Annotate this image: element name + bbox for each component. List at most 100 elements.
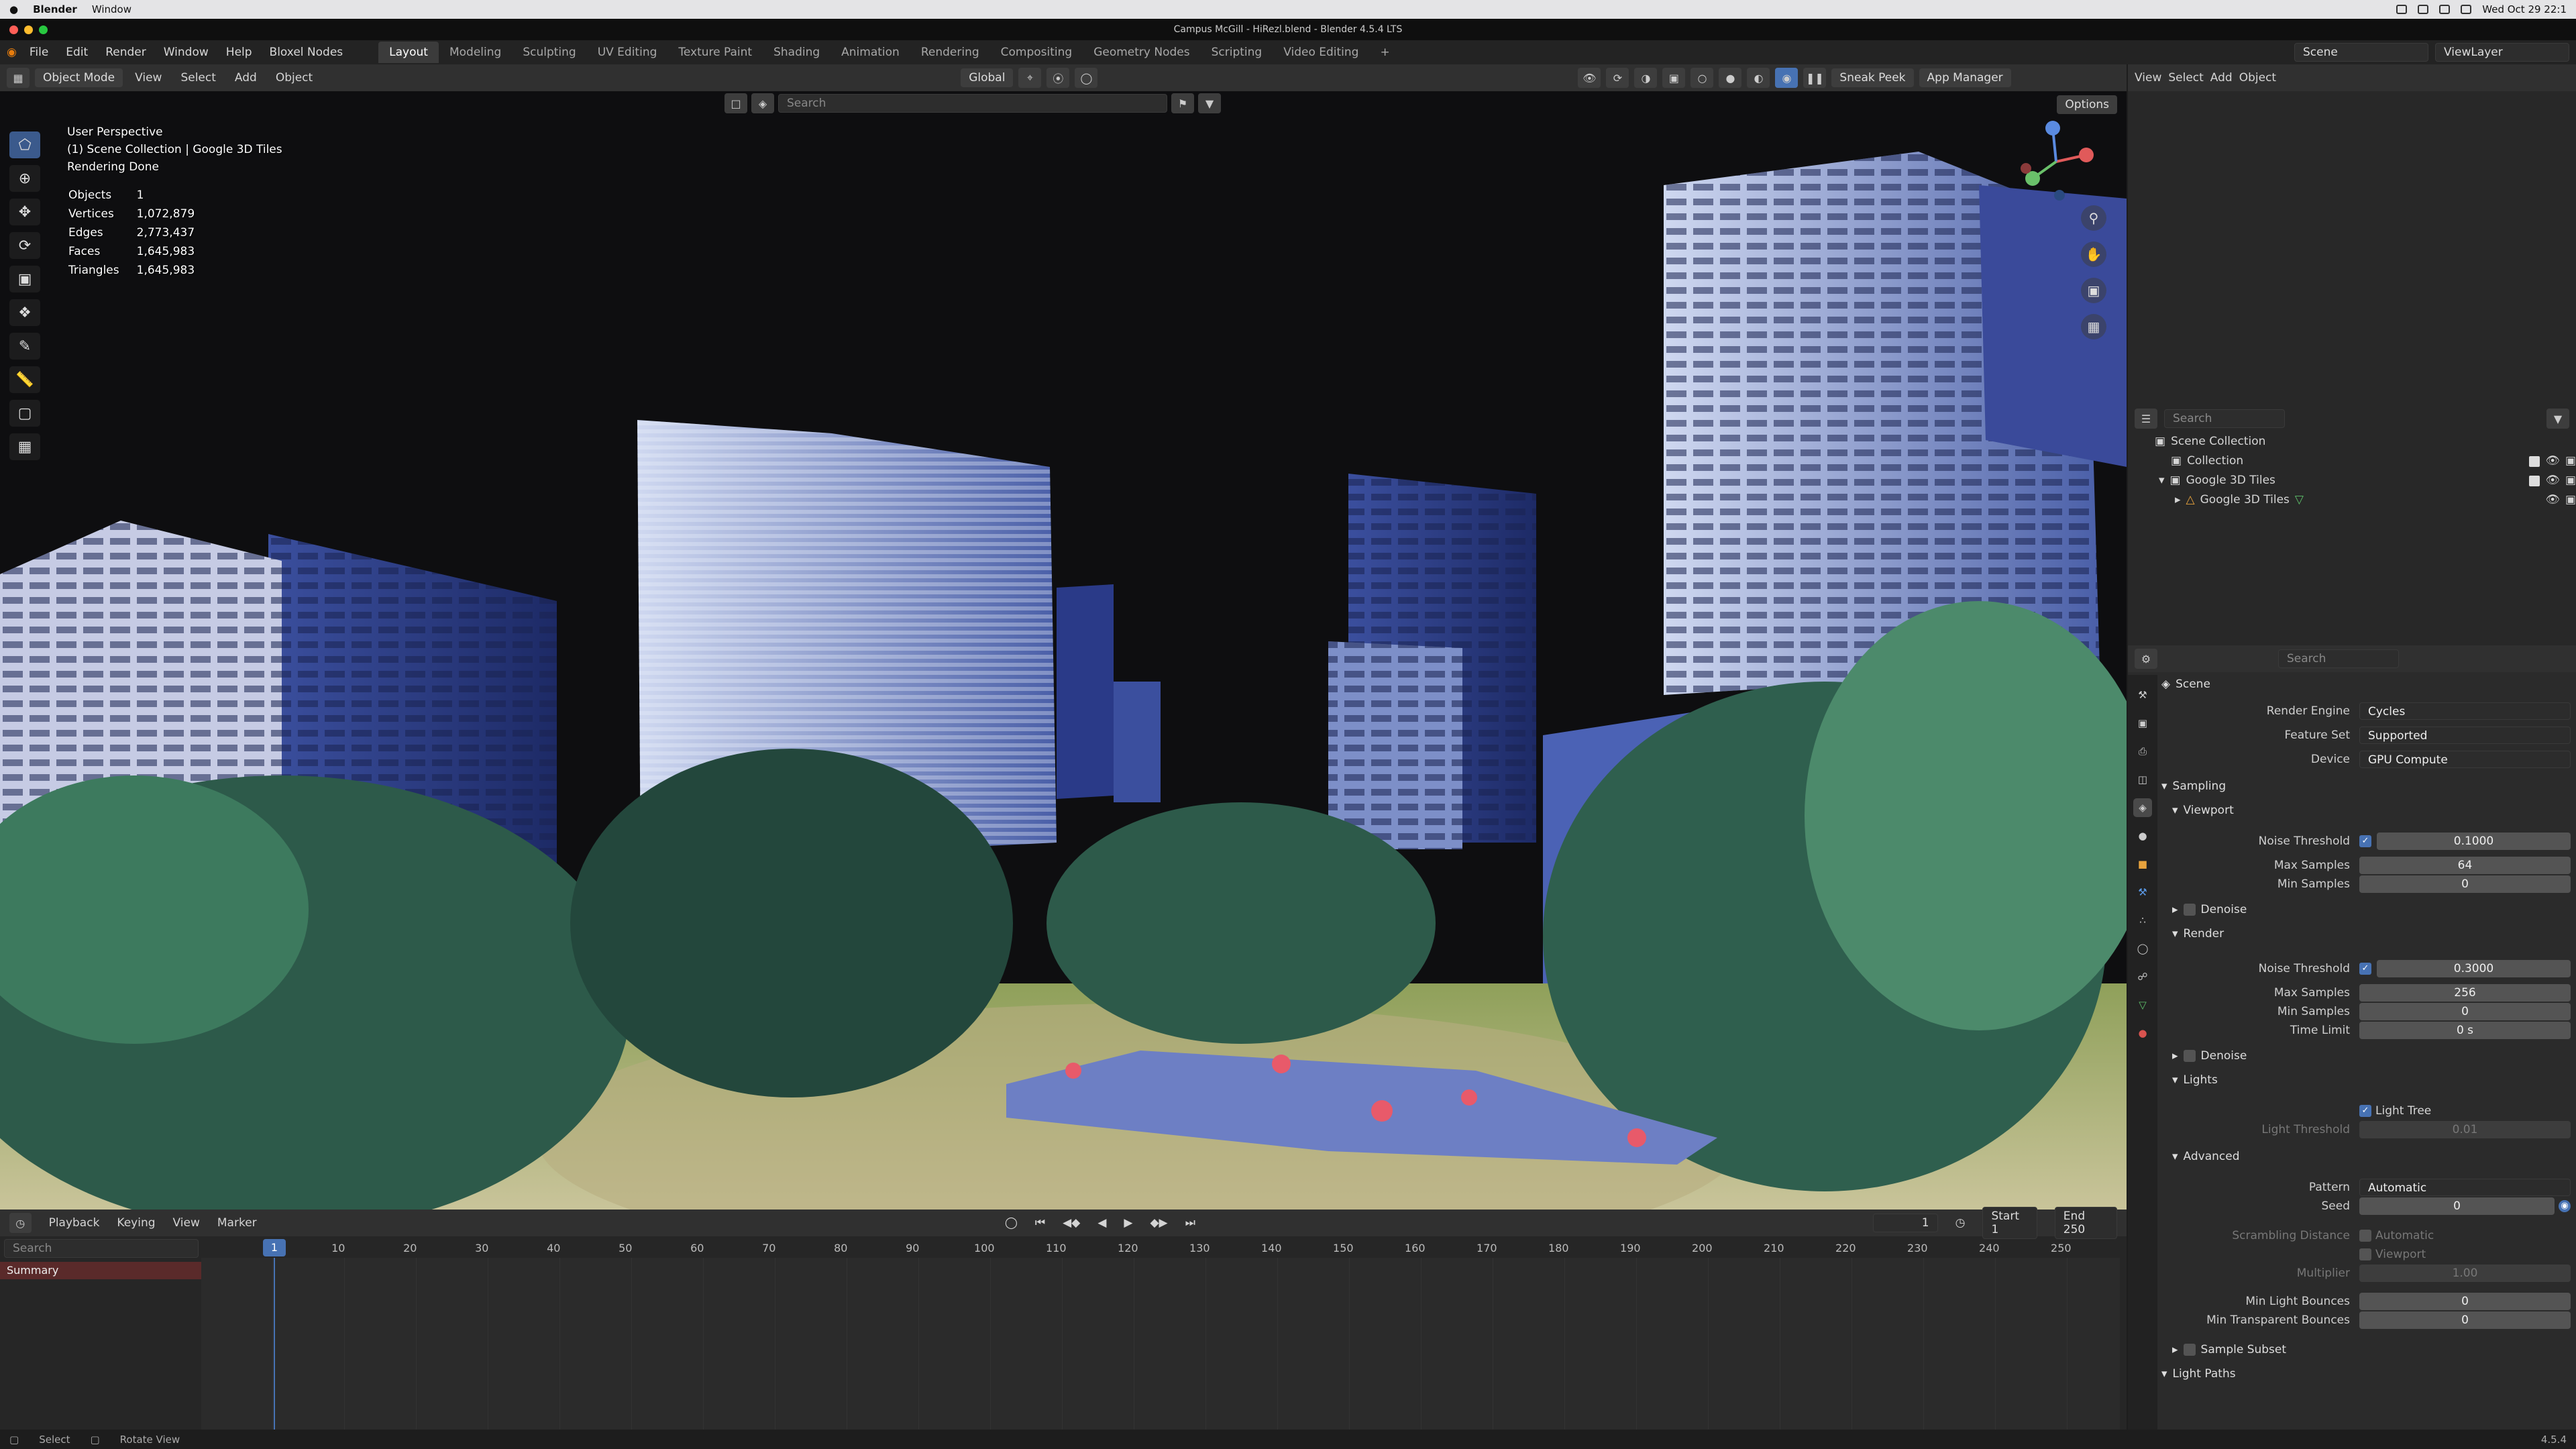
overlay-icon[interactable]: ◑ — [1634, 68, 1658, 88]
pattern-dropdown[interactable]: Automatic — [2359, 1179, 2571, 1196]
menu-help[interactable]: Help — [217, 46, 261, 59]
light-threshold-field[interactable]: 0.01 — [2359, 1121, 2571, 1138]
object-tab-icon[interactable]: ■ — [2133, 855, 2152, 873]
play-icon[interactable]: ▶ — [1124, 1216, 1132, 1230]
tool-tab-icon[interactable]: ⚒ — [2133, 686, 2152, 704]
viewlayer-selector[interactable]: ViewLayer — [2435, 43, 2569, 62]
camera-view-icon[interactable]: ▣ — [2081, 278, 2106, 303]
render-engine-dropdown[interactable]: Cycles — [2359, 702, 2571, 720]
tab-video-editing[interactable]: Video Editing — [1273, 42, 1369, 63]
navigation-gizmo[interactable] — [2012, 118, 2100, 205]
vp-noise-field[interactable]: 0.1000 — [2377, 833, 2571, 850]
cursor-tool-icon[interactable]: ⊕ — [9, 165, 40, 192]
vp-max-field[interactable]: 64 — [2359, 857, 2571, 874]
close-window-button[interactable] — [9, 25, 18, 34]
move-tool-icon[interactable]: ✥ — [9, 199, 40, 225]
menu-playback[interactable]: Playback — [49, 1216, 100, 1230]
pivot-icon[interactable]: ⌖ — [1018, 68, 1042, 88]
tab-sculpting[interactable]: Sculpting — [512, 42, 586, 63]
menu-bloxel-nodes[interactable]: Bloxel Nodes — [261, 46, 352, 59]
r-time-field[interactable]: 0 s — [2359, 1022, 2571, 1039]
auto-key-icon[interactable]: ◯ — [1005, 1216, 1018, 1230]
add-workspace-button[interactable]: + — [1369, 42, 1400, 63]
filter-icon[interactable]: ▼ — [1198, 93, 1221, 113]
status-icon[interactable] — [2396, 5, 2408, 14]
blender-logo-icon[interactable]: ◉ — [7, 46, 21, 59]
app-manager-button[interactable]: App Manager — [1919, 68, 2011, 87]
constraints-tab-icon[interactable]: ☍ — [2133, 967, 2152, 986]
physics-tab-icon[interactable]: ◯ — [2133, 939, 2152, 958]
r-noise-checkbox[interactable]: ✓ — [2359, 963, 2371, 975]
feature-set-dropdown[interactable]: Supported — [2359, 727, 2571, 744]
scene-selector[interactable]: Scene — [2294, 43, 2428, 62]
light-tree-checkbox[interactable]: ✓ — [2359, 1105, 2371, 1117]
menu-keying[interactable]: Keying — [117, 1216, 155, 1230]
tree-item[interactable]: ▣ Collection 👁 ▣ — [2155, 451, 2576, 471]
scr-viewport-checkbox[interactable] — [2359, 1248, 2371, 1260]
editor-type-icon[interactable]: ⚙ — [2135, 649, 2157, 669]
end-frame-field[interactable]: End 250 — [2054, 1207, 2118, 1239]
denoise-checkbox[interactable] — [2183, 1050, 2196, 1062]
viewport-subpanel-header[interactable]: ▾ Viewport — [2172, 804, 2234, 817]
eye-icon[interactable]: 👁 — [2545, 490, 2560, 510]
gizmo-icon[interactable]: ⟳ — [1606, 68, 1629, 88]
rendered-shading-icon[interactable]: ◉ — [1775, 68, 1799, 88]
lights-subpanel-header[interactable]: ▾ Lights — [2172, 1073, 2218, 1087]
menu-select[interactable]: Select — [174, 71, 222, 85]
mode-dropdown[interactable]: Object Mode — [35, 68, 123, 87]
playhead-frame-label[interactable]: 1 — [263, 1239, 286, 1256]
select-box-icon[interactable]: □ — [724, 93, 747, 113]
camera-icon[interactable]: ▣ — [2565, 490, 2576, 510]
prev-keyframe-icon[interactable]: ◀◆ — [1063, 1216, 1080, 1230]
scale-tool-icon[interactable]: ▣ — [9, 266, 40, 292]
menu-object[interactable]: Object — [269, 71, 319, 85]
sneak-peek-button[interactable]: Sneak Peek — [1831, 68, 1914, 87]
wireframe-shading-icon[interactable]: ○ — [1690, 68, 1714, 88]
outliner-menu-object[interactable]: Object — [2239, 71, 2276, 85]
menu-view[interactable]: View — [173, 1216, 200, 1230]
camera-icon[interactable]: ▣ — [2565, 451, 2576, 471]
tab-shading[interactable]: Shading — [763, 42, 830, 63]
material-tab-icon[interactable]: ● — [2133, 1024, 2152, 1042]
snap-icon[interactable]: ⦿ — [1046, 68, 1070, 88]
menu-add[interactable]: Add — [228, 71, 264, 85]
status-icon[interactable] — [2418, 5, 2429, 14]
eye-icon[interactable]: 👁 — [2545, 451, 2560, 471]
menu-edit[interactable]: Edit — [57, 46, 97, 59]
google-tiles-tool-icon[interactable]: ▦ — [9, 433, 40, 460]
exclude-checkbox[interactable] — [2529, 475, 2540, 486]
device-dropdown[interactable]: GPU Compute — [2359, 751, 2571, 768]
minimize-window-button[interactable] — [24, 25, 33, 34]
min-trans-field[interactable]: 0 — [2359, 1311, 2571, 1329]
clock-icon[interactable]: ◷ — [1955, 1216, 1966, 1230]
r-max-field[interactable]: 256 — [2359, 984, 2571, 1002]
render-tab-icon[interactable]: ▣ — [2133, 714, 2152, 733]
editor-type-icon[interactable]: ▦ — [7, 68, 30, 88]
clock[interactable]: Wed Oct 29 22:1 — [2482, 3, 2567, 15]
world-tab-icon[interactable]: ● — [2133, 826, 2152, 845]
menu-render[interactable]: Render — [97, 46, 155, 59]
bookmark-icon[interactable]: ⚑ — [1171, 93, 1194, 113]
tab-compositing[interactable]: Compositing — [990, 42, 1083, 63]
render-subpanel-header[interactable]: ▾ Render — [2172, 927, 2224, 941]
zoom-icon[interactable]: ⚲ — [2081, 205, 2106, 231]
r-min-field[interactable]: 0 — [2359, 1003, 2571, 1020]
tree-item[interactable]: ▾ ▣ Google 3D Tiles 👁 ▣ — [2155, 471, 2576, 490]
multiplier-field[interactable]: 1.00 — [2359, 1265, 2571, 1282]
data-tab-icon[interactable]: ▽ — [2133, 996, 2152, 1014]
sample-subset-header[interactable]: ▸ Sample Subset — [2172, 1343, 2286, 1356]
chevron-right-icon[interactable]: ▸ — [2175, 490, 2181, 510]
chevron-down-icon[interactable]: ▾ — [2159, 471, 2165, 490]
scrambling-checkbox[interactable] — [2359, 1230, 2371, 1242]
denoise-checkbox[interactable] — [2183, 904, 2196, 916]
denoise-subpanel-header[interactable]: ▸ Denoise — [2172, 1049, 2247, 1063]
advanced-subpanel-header[interactable]: ▾ Advanced — [2172, 1150, 2240, 1163]
timeline-search-input[interactable]: Search — [4, 1239, 199, 1258]
wifi-icon[interactable] — [2439, 5, 2451, 14]
timeline-grid[interactable] — [201, 1258, 2120, 1430]
pause-render-icon[interactable]: ❚❚ — [1803, 68, 1827, 88]
add-cube-tool-icon[interactable]: ▢ — [9, 400, 40, 427]
viewport-search-input[interactable]: Search — [778, 94, 1167, 113]
material-shading-icon[interactable]: ◐ — [1747, 68, 1770, 88]
tab-geometry-nodes[interactable]: Geometry Nodes — [1083, 42, 1200, 63]
